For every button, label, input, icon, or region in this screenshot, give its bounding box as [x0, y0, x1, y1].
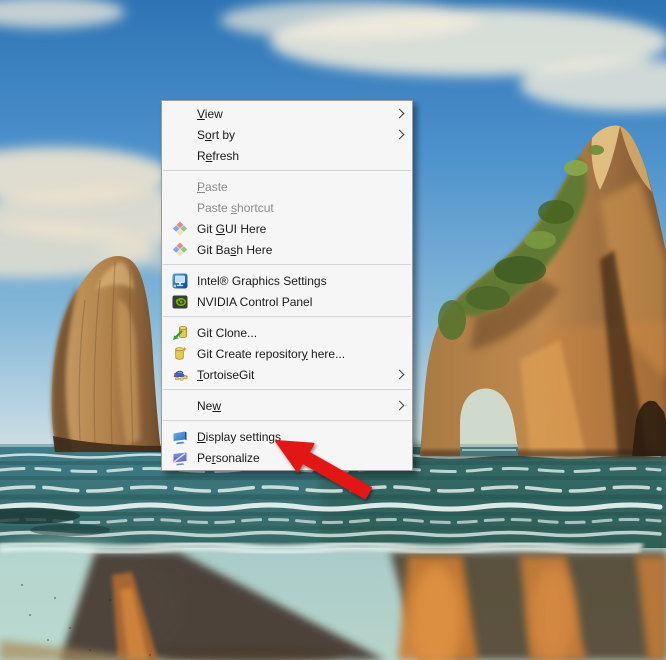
menu-item-label: Display settings: [197, 430, 406, 444]
menu-item-refresh[interactable]: Refresh: [162, 145, 412, 166]
menu-item-label: Sort by: [197, 128, 396, 142]
personalize-icon: [172, 450, 188, 466]
icon-slot: [162, 367, 197, 383]
menu-item-label: Paste shortcut: [197, 201, 406, 215]
menu-item-label: TortoiseGit: [197, 368, 396, 382]
menu-separator: [163, 264, 411, 265]
menu-separator: [163, 389, 411, 390]
submenu-arrow-icon: [395, 370, 405, 380]
menu-item-label: Paste: [197, 180, 406, 194]
menu-item-intel-graphics-settings[interactable]: Intel® Graphics Settings: [162, 270, 412, 291]
menu-item-git-bash-here[interactable]: Git Bash Here: [162, 239, 412, 260]
menu-item-git-create-repository[interactable]: Git Create repository here...: [162, 343, 412, 364]
intel-graphics-icon: [172, 273, 188, 289]
icon-slot: [162, 273, 197, 289]
menu-item-label: Git Clone...: [197, 326, 406, 340]
icon-slot: [162, 294, 197, 310]
git-create-repo-icon: [172, 346, 188, 362]
menu-item-personalize[interactable]: Personalize: [162, 447, 412, 468]
menu-separator: [163, 170, 411, 171]
menu-item-label: Git Create repository here...: [197, 347, 406, 361]
menu-item-label: Personalize: [197, 451, 406, 465]
menu-item-label: New: [197, 399, 396, 413]
menu-item-label: Intel® Graphics Settings: [197, 274, 406, 288]
menu-item-tortoisegit[interactable]: TortoiseGit: [162, 364, 412, 385]
git-clone-icon: [172, 325, 188, 341]
menu-separator: [163, 420, 411, 421]
git-gui-icon: [172, 221, 188, 237]
menu-item-git-clone[interactable]: Git Clone...: [162, 322, 412, 343]
git-bash-icon: [172, 242, 188, 258]
beach: [0, 540, 666, 660]
submenu-arrow-icon: [395, 401, 405, 411]
menu-item-paste: Paste: [162, 176, 412, 197]
submenu-arrow-icon: [395, 109, 405, 119]
tortoisegit-icon: [172, 367, 188, 383]
desktop[interactable]: View Sort by Refresh Paste Paste shortcu…: [0, 0, 666, 660]
menu-item-new[interactable]: New: [162, 395, 412, 416]
menu-separator: [163, 316, 411, 317]
icon-slot: [162, 429, 197, 445]
menu-item-label: Git Bash Here: [197, 243, 406, 257]
desktop-context-menu: View Sort by Refresh Paste Paste shortcu…: [161, 100, 413, 471]
icon-slot: [162, 325, 197, 341]
menu-item-git-gui-here[interactable]: Git GUI Here: [162, 218, 412, 239]
icon-slot: [162, 242, 197, 258]
menu-item-sort-by[interactable]: Sort by: [162, 124, 412, 145]
display-settings-icon: [172, 429, 188, 445]
menu-item-label: Refresh: [197, 149, 406, 163]
menu-item-label: NVIDIA Control Panel: [197, 295, 406, 309]
menu-item-label: View: [197, 107, 396, 121]
icon-slot: [162, 221, 197, 237]
menu-item-nvidia-control-panel[interactable]: NVIDIA Control Panel: [162, 291, 412, 312]
icon-slot: [162, 346, 197, 362]
nvidia-icon: [172, 294, 188, 310]
menu-item-label: Git GUI Here: [197, 222, 406, 236]
submenu-arrow-icon: [395, 130, 405, 140]
menu-item-display-settings[interactable]: Display settings: [162, 426, 412, 447]
menu-item-paste-shortcut: Paste shortcut: [162, 197, 412, 218]
menu-item-view[interactable]: View: [162, 103, 412, 124]
icon-slot: [162, 450, 197, 466]
